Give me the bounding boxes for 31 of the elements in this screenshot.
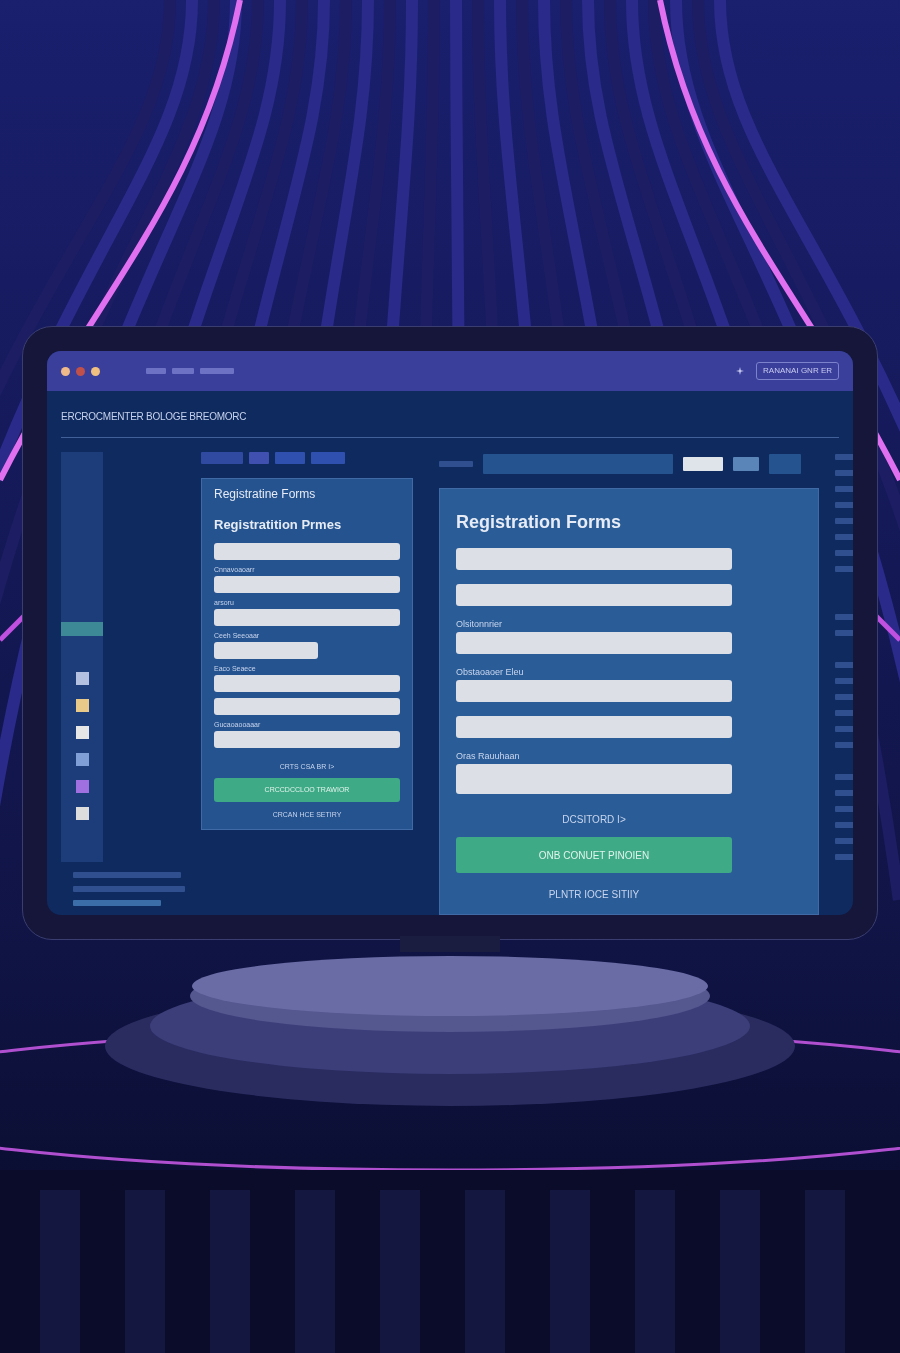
color-swatch[interactable] xyxy=(75,807,89,820)
input-field[interactable] xyxy=(456,632,732,654)
input-field[interactable] xyxy=(214,608,400,626)
field-label: Olsitonnrier xyxy=(456,620,503,629)
submit-button[interactable]: ONB CONUET PINOIEN xyxy=(456,837,732,873)
input-field[interactable] xyxy=(214,575,400,593)
address-field[interactable]: RANANAI GNR ER xyxy=(756,362,839,380)
sparkle-icon[interactable] xyxy=(736,367,745,375)
input-field[interactable] xyxy=(456,764,732,794)
color-swatch[interactable] xyxy=(75,726,89,739)
input-field[interactable] xyxy=(456,548,732,570)
input-field[interactable] xyxy=(214,697,400,715)
field-label: Oras Rauuhaan xyxy=(456,752,521,761)
card-title: Registratition Prmes xyxy=(214,516,343,534)
color-swatch[interactable] xyxy=(75,699,89,712)
input-field[interactable] xyxy=(214,730,400,748)
input-field[interactable] xyxy=(214,641,318,659)
input-field[interactable] xyxy=(456,584,732,606)
input-field[interactable] xyxy=(456,716,732,738)
input-field[interactable] xyxy=(456,680,732,702)
color-swatch[interactable] xyxy=(75,672,89,685)
form-note: DCSITORD I> xyxy=(561,813,627,827)
input-field[interactable] xyxy=(214,674,400,692)
card-title: Registration Forms xyxy=(456,511,623,534)
input-field[interactable] xyxy=(214,542,400,560)
color-swatch[interactable] xyxy=(75,753,89,766)
field-label: Obstaoaoer Eleu xyxy=(456,668,525,677)
footer-link[interactable]: PLNTR IOCE SITIIY xyxy=(456,887,732,902)
card-subtitle: Registratine Forms xyxy=(214,486,317,503)
color-swatch[interactable] xyxy=(75,780,89,793)
page-header: ERCROCMENTER BOLOGE BREOMORC xyxy=(61,411,247,422)
